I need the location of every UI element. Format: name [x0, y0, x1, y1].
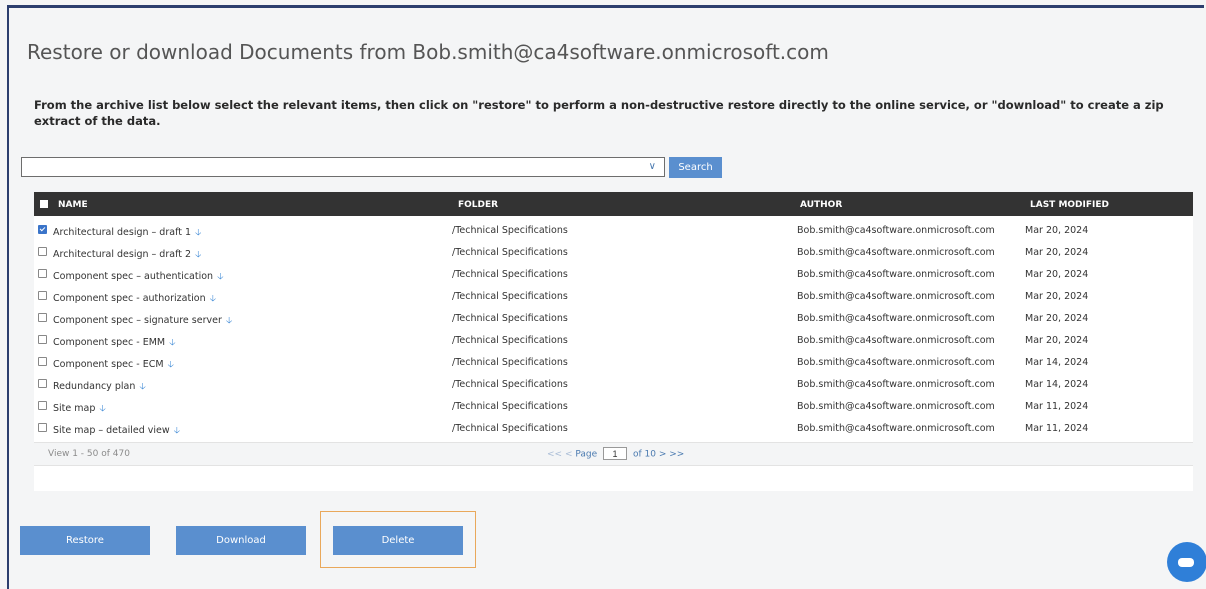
cell-folder: /Technical Specifications	[452, 357, 568, 368]
row-checkbox[interactable]	[38, 269, 47, 278]
cell-last-modified: Mar 11, 2024	[1025, 423, 1089, 434]
cell-author: Bob.smith@ca4software.onmicrosoft.com	[797, 357, 995, 368]
cell-name[interactable]: Component spec – signature server 🡣	[53, 313, 232, 329]
cell-name[interactable]: Architectural design – draft 1 🡣	[53, 225, 202, 241]
cell-name[interactable]: Architectural design – draft 2 🡣	[53, 247, 202, 263]
cell-author: Bob.smith@ca4software.onmicrosoft.com	[797, 291, 995, 302]
instructions-text: From the archive list below select the r…	[34, 98, 1164, 128]
row-checkbox[interactable]	[38, 225, 47, 234]
cell-author: Bob.smith@ca4software.onmicrosoft.com	[797, 335, 995, 346]
last-page-button[interactable]: >>	[669, 450, 684, 460]
row-checkbox[interactable]	[38, 247, 47, 256]
table-row[interactable]: Component spec - ECM 🡣 /Technical Specific…	[34, 351, 1193, 373]
cell-folder: /Technical Specifications	[452, 335, 568, 346]
table-row[interactable]: Component spec - EMM 🡣 /Technical Specific…	[34, 329, 1193, 351]
cell-folder: /Technical Specifications	[452, 247, 568, 258]
cell-last-modified: Mar 20, 2024	[1025, 291, 1089, 302]
cell-folder: /Technical Specifications	[452, 225, 568, 236]
cell-name[interactable]: Redundancy plan 🡣	[53, 379, 146, 395]
cell-last-modified: Mar 14, 2024	[1025, 379, 1089, 390]
table-row[interactable]: Redundancy plan 🡣 /Technical Specification…	[34, 373, 1193, 395]
table-row[interactable]: Component spec – signature server 🡣 /Techn…	[34, 307, 1193, 329]
header-folder[interactable]: FOLDER	[458, 200, 498, 210]
cell-name[interactable]: Site map 🡣	[53, 401, 106, 417]
row-checkbox[interactable]	[38, 291, 47, 300]
page-of-text: of 10	[632, 449, 656, 460]
cell-last-modified: Mar 20, 2024	[1025, 335, 1089, 346]
archive-table: NAME FOLDER AUTHOR LAST MODIFIED Archite…	[34, 192, 1193, 491]
table-row[interactable]: Architectural design – draft 1 🡣 /Technica…	[34, 219, 1193, 241]
cell-name[interactable]: Component spec - ECM 🡣	[53, 357, 174, 373]
download-arrow-icon[interactable]: 🡣	[217, 272, 223, 282]
cell-author: Bob.smith@ca4software.onmicrosoft.com	[797, 225, 995, 236]
header-last-modified[interactable]: LAST MODIFIED	[1030, 200, 1109, 210]
delete-button[interactable]: Delete	[333, 526, 463, 555]
table-row[interactable]: Site map – detailed view 🡣 /Technical Spec…	[34, 417, 1193, 439]
cell-last-modified: Mar 20, 2024	[1025, 225, 1089, 236]
download-arrow-icon[interactable]: 🡣	[195, 250, 201, 260]
header-author[interactable]: AUTHOR	[800, 200, 842, 210]
chevron-down-icon[interactable]: ∨	[649, 161, 656, 172]
download-arrow-icon[interactable]: 🡣	[168, 360, 174, 370]
cell-folder: /Technical Specifications	[452, 401, 568, 412]
cell-folder: /Technical Specifications	[452, 423, 568, 434]
cell-last-modified: Mar 20, 2024	[1025, 269, 1089, 280]
cell-name[interactable]: Component spec - EMM 🡣	[53, 335, 176, 351]
view-count: View 1 - 50 of 470	[48, 449, 130, 459]
download-arrow-icon[interactable]: 🡣	[99, 404, 105, 414]
next-page-button[interactable]: >	[659, 450, 667, 460]
row-checkbox[interactable]	[38, 379, 47, 388]
download-arrow-icon[interactable]: 🡣	[139, 382, 145, 392]
header-name[interactable]: NAME	[58, 200, 88, 210]
row-checkbox[interactable]	[38, 357, 47, 366]
table-row[interactable]: Component spec – authentication 🡣 /Technic…	[34, 263, 1193, 285]
table-row[interactable]: Architectural design – draft 2 🡣 /Technica…	[34, 241, 1193, 263]
download-arrow-icon[interactable]: 🡣	[174, 426, 180, 436]
cell-last-modified: Mar 20, 2024	[1025, 313, 1089, 324]
cell-name[interactable]: Site map – detailed view 🡣	[53, 423, 180, 439]
download-arrow-icon[interactable]: 🡣	[169, 338, 175, 348]
table-row[interactable]: Component spec - authorization 🡣 /Technica…	[34, 285, 1193, 307]
table-row[interactable]: Site map 🡣 /Technical Specifications Bob.sm…	[34, 395, 1193, 417]
pager: << < Page of 10 > >>	[547, 447, 684, 460]
download-arrow-icon[interactable]: 🡣	[195, 228, 201, 238]
row-checkbox[interactable]	[38, 401, 47, 410]
cell-last-modified: Mar 20, 2024	[1025, 247, 1089, 258]
prev-page-button[interactable]: <	[565, 450, 573, 460]
download-button[interactable]: Download	[176, 526, 306, 555]
download-arrow-icon[interactable]: 🡣	[226, 316, 232, 326]
first-page-button[interactable]: <<	[547, 450, 562, 460]
table-footer: View 1 - 50 of 470 << < Page of 10 > >>	[34, 442, 1193, 466]
page-number-input[interactable]	[603, 447, 628, 460]
cell-folder: /Technical Specifications	[452, 379, 568, 390]
cell-name[interactable]: Component spec - authorization 🡣	[53, 291, 216, 307]
select-all-checkbox[interactable]	[40, 200, 48, 208]
row-checkbox[interactable]	[38, 335, 47, 344]
cell-author: Bob.smith@ca4software.onmicrosoft.com	[797, 379, 995, 390]
cell-author: Bob.smith@ca4software.onmicrosoft.com	[797, 269, 995, 280]
cell-author: Bob.smith@ca4software.onmicrosoft.com	[797, 247, 995, 258]
table-header: NAME FOLDER AUTHOR LAST MODIFIED	[34, 192, 1193, 216]
search-input[interactable]: ∨	[21, 157, 665, 177]
cell-author: Bob.smith@ca4software.onmicrosoft.com	[797, 313, 995, 324]
cell-last-modified: Mar 11, 2024	[1025, 401, 1089, 412]
cell-folder: /Technical Specifications	[452, 269, 568, 280]
search-button[interactable]: Search	[669, 157, 722, 178]
cell-name[interactable]: Component spec – authentication 🡣	[53, 269, 224, 285]
cell-folder: /Technical Specifications	[452, 291, 568, 302]
row-checkbox[interactable]	[38, 313, 47, 322]
cell-author: Bob.smith@ca4software.onmicrosoft.com	[797, 401, 995, 412]
chat-icon[interactable]	[1167, 542, 1206, 582]
row-checkbox[interactable]	[38, 423, 47, 432]
page-label: Page	[575, 449, 598, 460]
cell-last-modified: Mar 14, 2024	[1025, 357, 1089, 368]
cell-folder: /Technical Specifications	[452, 313, 568, 324]
page-title: Restore or download Documents from Bob.s…	[27, 40, 829, 64]
restore-button[interactable]: Restore	[20, 526, 150, 555]
download-arrow-icon[interactable]: 🡣	[210, 294, 216, 304]
cell-author: Bob.smith@ca4software.onmicrosoft.com	[797, 423, 995, 434]
